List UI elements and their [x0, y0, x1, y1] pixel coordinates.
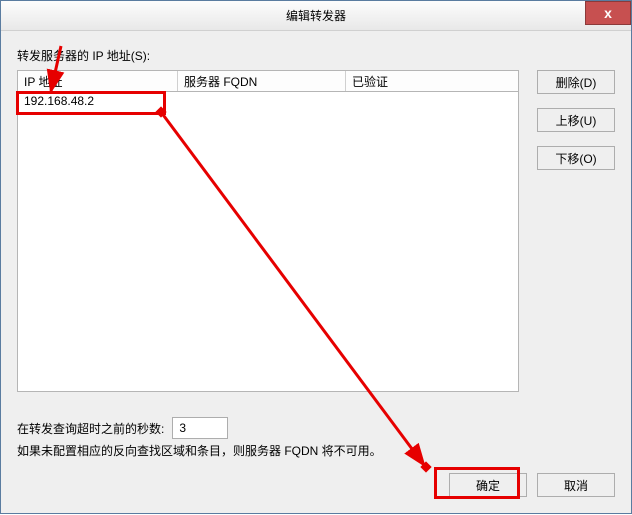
bottom-button-group: 确定 取消: [449, 473, 615, 497]
move-up-button-label: 上移(U): [556, 114, 597, 128]
forwarder-table: IP 地址 服务器 FQDN 已验证 192.168.48.2: [17, 70, 519, 392]
close-icon: x: [604, 5, 612, 21]
dialog-window: 编辑转发器 x 转发服务器的 IP 地址(S): IP 地址 服务器 FQDN …: [0, 0, 632, 514]
main-row: IP 地址 服务器 FQDN 已验证 192.168.48.2 删除(D) 上移…: [17, 70, 615, 392]
timeout-label: 在转发查询超时之前的秒数:: [17, 420, 164, 437]
cancel-button[interactable]: 取消: [537, 473, 615, 497]
table-body[interactable]: 192.168.48.2: [17, 92, 519, 392]
close-button[interactable]: x: [585, 1, 631, 25]
delete-button[interactable]: 删除(D): [537, 70, 615, 94]
move-down-button-label: 下移(O): [555, 152, 596, 166]
table-row[interactable]: 192.168.48.2: [18, 92, 518, 110]
timeout-input[interactable]: [172, 417, 228, 439]
delete-button-label: 删除(D): [556, 76, 597, 90]
column-header-fqdn[interactable]: 服务器 FQDN: [178, 71, 346, 91]
window-title: 编辑转发器: [286, 7, 346, 24]
side-button-group: 删除(D) 上移(U) 下移(O): [537, 70, 615, 392]
column-header-verified[interactable]: 已验证: [346, 71, 518, 91]
timeout-row: 在转发查询超时之前的秒数:: [17, 417, 228, 439]
titlebar: 编辑转发器 x: [1, 1, 631, 31]
note-text: 如果未配置相应的反向查找区域和条目，则服务器 FQDN 将不可用。: [17, 442, 382, 459]
dialog-content: 转发服务器的 IP 地址(S): IP 地址 服务器 FQDN 已验证 192.…: [1, 31, 631, 513]
column-header-ip[interactable]: IP 地址: [18, 71, 178, 91]
forwarder-ip-label: 转发服务器的 IP 地址(S):: [17, 47, 615, 64]
table-header: IP 地址 服务器 FQDN 已验证: [17, 70, 519, 92]
move-down-button[interactable]: 下移(O): [537, 146, 615, 170]
ok-button[interactable]: 确定: [449, 473, 527, 497]
cell-ip: 192.168.48.2: [18, 93, 178, 109]
move-up-button[interactable]: 上移(U): [537, 108, 615, 132]
